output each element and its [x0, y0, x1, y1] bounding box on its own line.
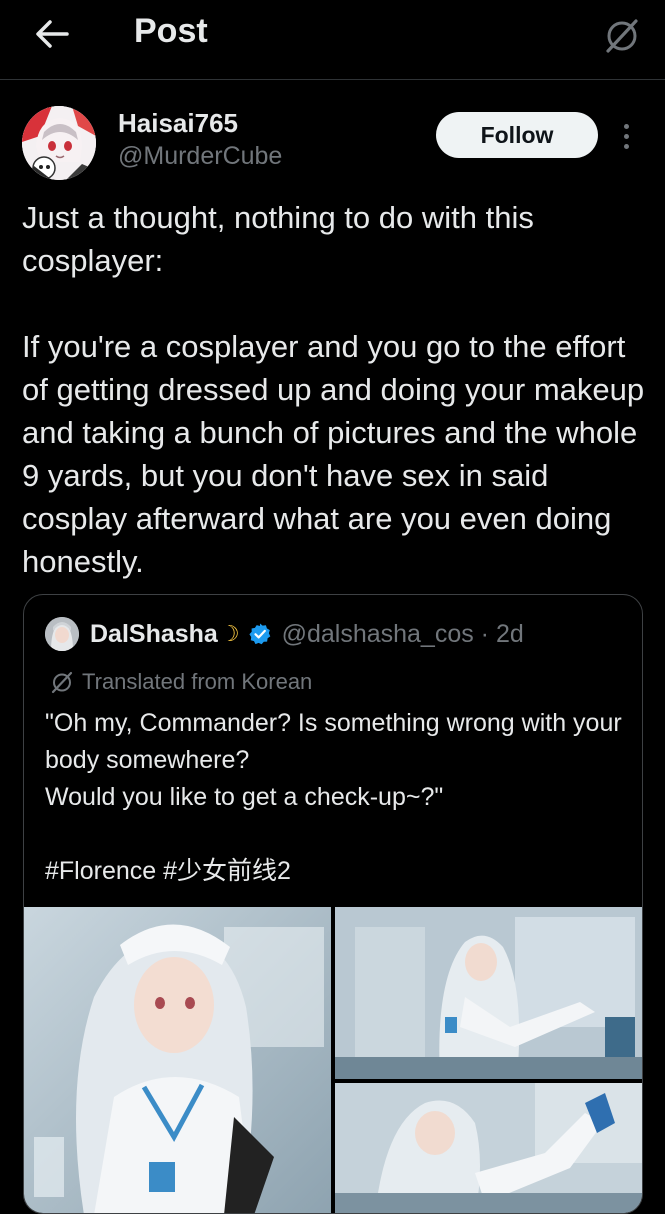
- grok-button[interactable]: [599, 12, 645, 58]
- quoted-post-text: "Oh my, Commander? Is something wrong wi…: [45, 709, 622, 885]
- more-vertical-icon: [623, 123, 629, 129]
- author-name[interactable]: Haisai765: [118, 108, 238, 139]
- quoted-post-header: DalShasha ☽ @dalshasha_cos · 2d: [90, 617, 524, 651]
- translated-label: Translated from Korean: [82, 669, 313, 694]
- author-avatar[interactable]: [22, 106, 96, 180]
- page-title: Post: [134, 12, 208, 50]
- top-bar: Post: [0, 0, 665, 80]
- quoted-author-name[interactable]: DalShasha: [90, 620, 218, 649]
- quoted-author-avatar[interactable]: [45, 617, 79, 651]
- quoted-media-image-3[interactable]: [335, 1083, 642, 1213]
- post-text: Just a thought, nothing to do with this …: [22, 200, 645, 579]
- more-vertical-icon: [623, 143, 629, 149]
- quoted-handle-and-time: @dalshasha_cos · 2d: [281, 619, 524, 648]
- verified-badge-icon: [248, 622, 272, 646]
- quoted-media-image-2[interactable]: [335, 907, 642, 1079]
- more-vertical-icon: [623, 133, 629, 139]
- quoted-media-image-1[interactable]: [24, 907, 331, 1213]
- grok-icon: [606, 19, 638, 53]
- follow-button[interactable]: Follow: [436, 112, 598, 158]
- moon-emoji: ☽: [219, 621, 240, 646]
- more-options-button[interactable]: [614, 116, 638, 156]
- translate-icon: [51, 671, 73, 694]
- back-button[interactable]: [30, 14, 74, 54]
- author-handle[interactable]: @MurderCube: [118, 142, 282, 171]
- translated-notice[interactable]: Translated from Korean: [50, 669, 312, 695]
- quoted-post[interactable]: DalShasha ☽ @dalshasha_cos · 2d Translat…: [23, 594, 643, 1214]
- arrow-left-icon: [36, 20, 69, 48]
